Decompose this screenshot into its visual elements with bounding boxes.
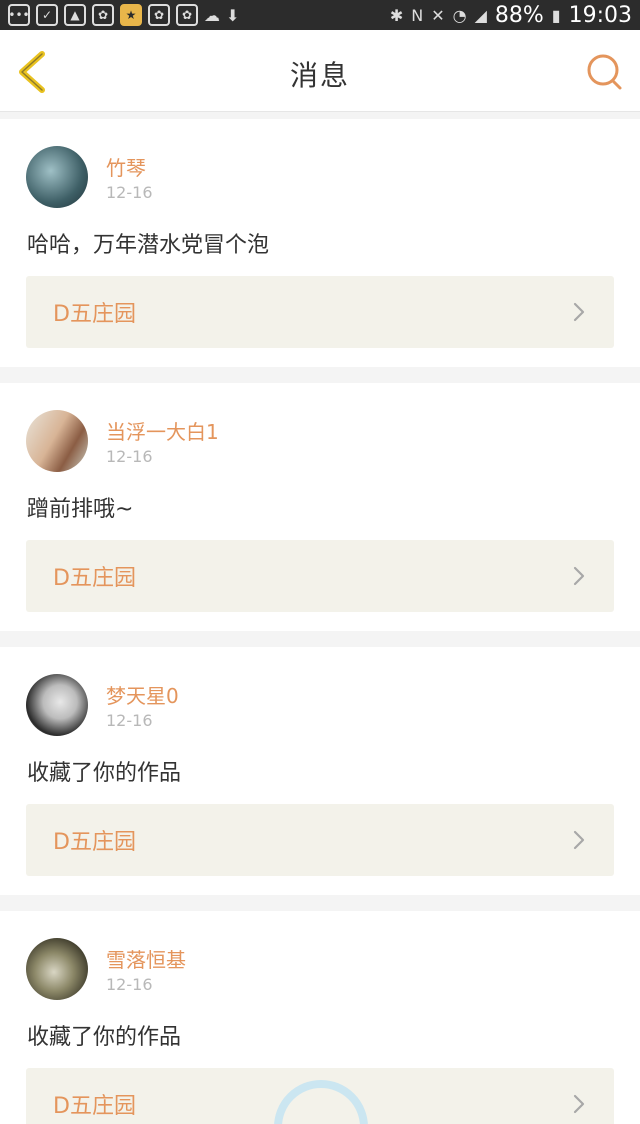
work-link[interactable]: D五庄园 [26, 804, 614, 876]
message-date: 12-16 [106, 447, 153, 466]
battery-percentage: 88% [494, 2, 544, 28]
message-content: 蹭前排哦~ [27, 497, 134, 522]
work-title: D五庄园 [53, 1094, 136, 1119]
chat-bubble-icon: ••• [8, 4, 30, 26]
chevron-right-icon [573, 1094, 585, 1114]
message-content: 哈哈，万年潜水党冒个泡 [27, 233, 270, 258]
bluetooth-icon: ✱ [389, 5, 404, 25]
wifi-icon: ◔ [452, 5, 467, 25]
username[interactable]: 当浮一大白1 [106, 416, 219, 445]
username[interactable]: 竹琴 [106, 152, 146, 181]
work-title: D五庄园 [53, 566, 136, 591]
wechat-icon: ☁ [204, 5, 220, 25]
message-date: 12-16 [106, 711, 153, 730]
work-title: D五庄园 [53, 302, 136, 327]
message-date: 12-16 [106, 975, 153, 994]
signal-icon: ◢ [474, 5, 487, 25]
nav-bar: 消息 [0, 30, 640, 112]
chevron-right-icon [573, 830, 585, 850]
message-list: 竹琴 12-16 哈哈，万年潜水党冒个泡 D五庄园 当浮一大白1 12-16 蹭… [0, 119, 640, 1124]
chevron-right-icon [573, 302, 585, 322]
battery-icon: ▮ [551, 5, 561, 25]
search-icon[interactable] [584, 52, 624, 92]
message-content: 收藏了你的作品 [27, 761, 182, 786]
work-title: D五庄园 [53, 830, 136, 855]
clock: 19:03 [568, 2, 632, 28]
list-item: 梦天星0 12-16 收藏了你的作品 D五庄园 [0, 647, 640, 895]
message-content: 收藏了你的作品 [27, 1025, 182, 1050]
list-item: 当浮一大白1 12-16 蹭前排哦~ D五庄园 [0, 383, 640, 631]
download-icon: ⬇ [226, 5, 240, 25]
nfc-icon: N [411, 5, 424, 25]
page-title: 消息 [289, 59, 350, 92]
chevron-right-icon [573, 566, 585, 586]
avatar[interactable] [26, 410, 88, 472]
paw-icon: ✿ [148, 4, 170, 26]
mute-icon: ✕ [431, 5, 445, 25]
status-bar: ••• ✓ ▲ ✿ ★ ✿ ✿ ☁ ⬇ ✱ N ✕ ◔ ◢ 88% ▮ 19:0… [0, 0, 640, 30]
username[interactable]: 梦天星0 [106, 680, 179, 709]
work-link[interactable]: D五庄园 [26, 276, 614, 348]
message-date: 12-16 [106, 183, 153, 202]
image-icon: ▲ [64, 4, 86, 26]
username[interactable]: 雪落恒基 [106, 944, 186, 973]
paw-icon: ✿ [92, 4, 114, 26]
system-status: ✱ N ✕ ◔ ◢ 88% ▮ 19:03 [390, 3, 632, 28]
star-icon: ★ [120, 4, 142, 26]
notification-icons: ••• ✓ ▲ ✿ ★ ✿ ✿ ☁ ⬇ [8, 4, 390, 26]
paw-icon: ✿ [176, 4, 198, 26]
avatar[interactable] [26, 146, 88, 208]
checklist-icon: ✓ [36, 4, 58, 26]
avatar[interactable] [26, 938, 88, 1000]
avatar[interactable] [26, 674, 88, 736]
work-link[interactable]: D五庄园 [26, 540, 614, 612]
list-item: 竹琴 12-16 哈哈，万年潜水党冒个泡 D五庄园 [0, 119, 640, 367]
